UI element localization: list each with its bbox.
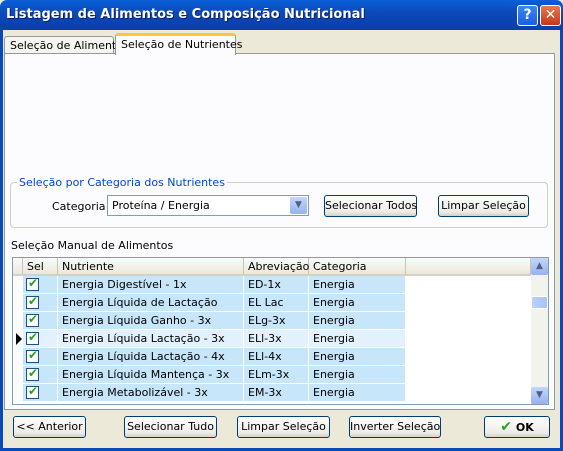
grid-vertical-scrollbar[interactable]: ▲ ▼ xyxy=(531,258,548,404)
chevron-down-icon[interactable]: ▼ xyxy=(290,197,307,214)
nutriente-cell: Energia Digestível - 1x xyxy=(58,276,244,294)
row-checkbox[interactable]: ✔ xyxy=(26,330,39,345)
row-indicator[interactable] xyxy=(13,348,23,366)
select-all-categories-button[interactable]: Selecionar Todos xyxy=(324,195,417,217)
row-checkbox[interactable]: ✔ xyxy=(26,384,39,399)
category-group-title: Seleção por Categoria dos Nutrientes xyxy=(17,176,227,189)
ok-button[interactable]: ✔ OK xyxy=(484,416,550,438)
categoria-cell: Energia xyxy=(309,348,406,366)
abreviacao-cell: ELg-3x xyxy=(244,312,309,330)
category-select-value: Proteína / Energia xyxy=(112,199,210,212)
clear-category-selection-button[interactable]: Limpar Seleção xyxy=(438,195,529,217)
abreviacao-cell: ELm-3x xyxy=(244,366,309,384)
categoria-cell: Energia xyxy=(309,312,406,330)
sel-cell: ✔ xyxy=(23,294,58,312)
abreviacao-cell: ELl-4x xyxy=(244,348,309,366)
abreviacao-cell: ED-1x xyxy=(244,276,309,294)
categoria-cell: Energia xyxy=(309,366,406,384)
checkmark-icon: ✔ xyxy=(28,366,39,380)
checkmark-icon: ✔ xyxy=(500,419,512,435)
sel-cell: ✔ xyxy=(23,384,58,402)
row-indicator[interactable] xyxy=(13,276,23,294)
close-button[interactable]: ✕ xyxy=(540,5,561,26)
row-checkbox[interactable]: ✔ xyxy=(26,312,39,327)
current-row-arrow-icon xyxy=(16,333,22,345)
nutriente-cell: Energia Líquida Lactação - 3x xyxy=(58,330,244,348)
checkmark-icon: ✔ xyxy=(28,384,39,398)
help-button[interactable]: ? xyxy=(517,5,538,26)
table-row[interactable]: ✔ Energia Líquida de Lactação EL Lac Energi… xyxy=(13,294,406,312)
header-sel[interactable]: Sel xyxy=(23,258,58,276)
checkmark-icon: ✔ xyxy=(28,330,39,344)
header-filler xyxy=(406,258,531,276)
checkmark-icon: ✔ xyxy=(28,348,39,362)
clear-selection-button[interactable]: Limpar Seleção xyxy=(237,416,330,438)
window-title: Listagem de Alimentos e Composição Nutri… xyxy=(6,7,365,22)
table-row[interactable]: ✔ Energia Líquida Ganho - 3x ELg-3x Energia xyxy=(13,312,406,330)
categoria-cell: Energia xyxy=(309,330,406,348)
table-row[interactable]: ✔ Energia Metabolizável - 3x EM-3x Energia xyxy=(13,384,406,402)
header-categoria[interactable]: Categoria xyxy=(309,258,406,276)
table-row[interactable]: ✔ Energia Líquida Lactação - 4x ELl-4x Ener… xyxy=(13,348,406,366)
row-indicator[interactable] xyxy=(13,384,23,402)
category-select[interactable]: Proteína / Energia ▼ xyxy=(107,195,309,216)
table-row[interactable]: ✔ Energia Líquida Mantença - 3x ELm-3x Ener… xyxy=(13,366,406,384)
nutriente-cell: Energia Líquida Lactação - 4x xyxy=(58,348,244,366)
abreviacao-cell: EL Lac xyxy=(244,294,309,312)
row-checkbox[interactable]: ✔ xyxy=(26,366,39,381)
checkmark-icon: ✔ xyxy=(28,276,39,290)
categoria-cell: Energia xyxy=(309,276,406,294)
nutriente-cell: Energia Líquida de Lactação xyxy=(58,294,244,312)
ok-label: OK xyxy=(515,421,534,434)
nutriente-cell: Energia Líquida Ganho - 3x xyxy=(58,312,244,330)
header-indicator xyxy=(13,258,23,276)
row-indicator[interactable] xyxy=(13,312,23,330)
sel-cell: ✔ xyxy=(23,330,58,348)
row-indicator[interactable] xyxy=(13,294,23,312)
table-row[interactable]: ✔ Energia Líquida Lactação - 3x ELl-3x Ener… xyxy=(13,330,406,348)
row-checkbox[interactable]: ✔ xyxy=(26,348,39,363)
help-icon: ? xyxy=(523,7,532,23)
nutriente-cell: Energia Metabolizável - 3x xyxy=(58,384,244,402)
grid-header: Sel Nutriente Abreviação Categoria xyxy=(13,258,531,276)
select-all-button[interactable]: Selecionar Tudo xyxy=(124,416,217,438)
row-checkbox[interactable]: ✔ xyxy=(26,276,39,291)
tab-selecao-nutrientes[interactable]: Seleção de Nutrientes xyxy=(115,33,242,55)
row-indicator[interactable] xyxy=(13,330,23,348)
manual-selection-title: Seleção Manual de Alimentos xyxy=(11,239,174,252)
header-nutriente[interactable]: Nutriente xyxy=(58,258,244,276)
header-abreviacao[interactable]: Abreviação xyxy=(244,258,309,276)
row-indicator[interactable] xyxy=(13,366,23,384)
scroll-down-icon[interactable]: ▼ xyxy=(531,387,548,404)
checkmark-icon: ✔ xyxy=(28,312,39,326)
title-bar: Listagem de Alimentos e Composição Nutri… xyxy=(0,0,563,30)
abreviacao-cell: EM-3x xyxy=(244,384,309,402)
table-row[interactable]: ✔ Energia Digestível - 1x ED-1x Energia xyxy=(13,276,406,294)
abreviacao-cell: ELl-3x xyxy=(244,330,309,348)
categoria-cell: Energia xyxy=(309,294,406,312)
nutriente-cell: Energia Líquida Mantença - 3x xyxy=(58,366,244,384)
nutrient-grid[interactable]: Sel Nutriente Abreviação Categoria ✔ Ener… xyxy=(12,257,549,405)
sel-cell: ✔ xyxy=(23,276,58,294)
scroll-thumb[interactable] xyxy=(531,296,548,309)
scroll-up-icon[interactable]: ▲ xyxy=(531,258,548,275)
row-checkbox[interactable]: ✔ xyxy=(26,294,39,309)
sel-cell: ✔ xyxy=(23,366,58,384)
sel-cell: ✔ xyxy=(23,312,58,330)
invert-selection-button[interactable]: Inverter Seleção xyxy=(349,416,441,438)
close-icon: ✕ xyxy=(544,7,557,23)
previous-button[interactable]: << Anterior xyxy=(13,416,86,438)
checkmark-icon: ✔ xyxy=(28,294,39,308)
sel-cell: ✔ xyxy=(23,348,58,366)
category-label: Categoria xyxy=(52,200,106,213)
categoria-cell: Energia xyxy=(309,384,406,402)
